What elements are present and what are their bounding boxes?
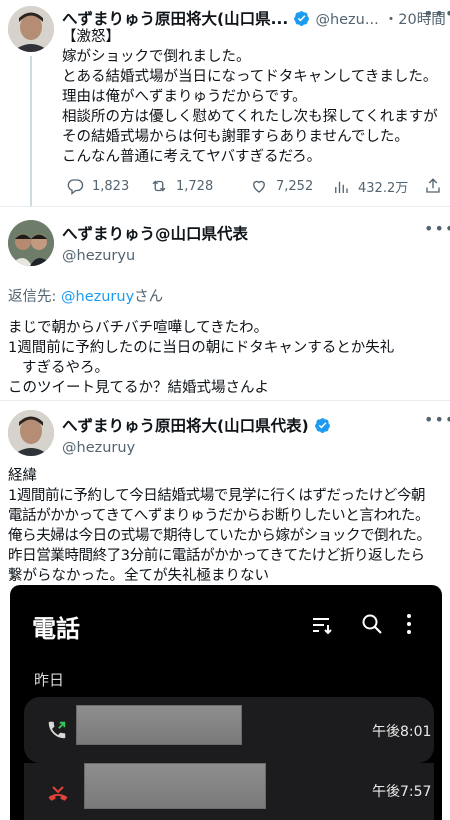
call-time: 午後7:57 xyxy=(372,784,432,800)
verified-badge-icon xyxy=(294,11,310,26)
outgoing-call-icon xyxy=(48,721,66,739)
filter-sort-icon xyxy=(313,618,332,635)
tweet-line: 相談所の方は優しく慰めてくれたし次も探してくれますが xyxy=(62,109,438,125)
reply-count: 1,823 xyxy=(92,178,130,194)
tweet-line: とある結婚式場が当日になってドタキャンしてきました。 xyxy=(62,69,438,85)
missed-call-icon xyxy=(48,786,68,801)
share-button[interactable] xyxy=(424,177,442,195)
call-time: 午後8:01 xyxy=(372,724,432,740)
reply-to-mention[interactable]: @hezuruy xyxy=(61,289,134,305)
author-handle[interactable]: @hezuruy xyxy=(62,440,331,456)
tweet-line: 昨日営業時間終了3分前に電話がかかってきてたけど折り返したら xyxy=(8,548,425,564)
call-log-screenshot: 電話 昨日 午後8:01 午後7:57 xyxy=(10,585,442,820)
like-count: 7,252 xyxy=(276,178,314,194)
tweet-line: 俺ら夫婦は今日の式場で期待していたから嫁がショックで倒れた。 xyxy=(8,528,431,544)
tweet-line: 1週間前に予約して今日結婚式場で見学に行くはずだったけど今朝 xyxy=(8,488,426,504)
reply-button[interactable]: 1,823 xyxy=(66,177,129,195)
redacted-number xyxy=(84,763,266,809)
avatar-photo-icon xyxy=(8,220,54,266)
tweet-header: へずまりゅう@山口県代表 @hezuryu xyxy=(62,222,248,264)
avatar[interactable] xyxy=(8,410,54,456)
avatar-photo-icon xyxy=(8,6,54,52)
tweet-body: 【激怒】 嫁がショックで倒れました。 とある結婚式場が当日になってドタキャンして… xyxy=(62,27,438,167)
verified-badge-icon xyxy=(314,418,330,433)
reply-to-line: 返信先: @hezuruyさん xyxy=(8,285,163,306)
reply-to-suffix: さん xyxy=(134,289,164,305)
tweet-header: へずまりゅう原田将大(山口県... @hezu... ・20時間 xyxy=(62,7,446,29)
views-chart-icon xyxy=(335,181,348,193)
tweet-line: 【激怒】 xyxy=(62,29,120,45)
tweet-line: 1週間前に予約したのに当日の朝にドタキャンするとか失礼 xyxy=(8,340,395,356)
more-options-icon[interactable]: ••• xyxy=(424,219,450,238)
avatar[interactable] xyxy=(8,220,54,266)
tweet-line: 繋がらなかった。全てが失礼極まりない xyxy=(8,568,269,584)
views-button[interactable]: 432.2万 xyxy=(332,177,408,196)
share-icon xyxy=(426,178,440,193)
tweet-header: へずまりゅう原田将大(山口県代表) @hezuruy xyxy=(62,414,331,456)
more-vertical-icon xyxy=(407,614,411,634)
heart-icon xyxy=(253,180,265,193)
divider xyxy=(0,206,450,207)
phone-title: 電話 xyxy=(32,615,80,643)
view-count: 432.2万 xyxy=(358,181,409,196)
author-name[interactable]: へずまりゅう原田将大(山口県... xyxy=(62,10,288,28)
author-handle[interactable]: @hezu... xyxy=(315,12,378,28)
thread-connector xyxy=(30,56,32,206)
redacted-number xyxy=(76,705,242,745)
tweet-line: こんなん普通に考えてヤバすぎるだろ。 xyxy=(62,149,322,165)
tweet-body: 経緯 1週間前に予約して今日結婚式場で見学に行くはずだったけど今朝 電話がかかっ… xyxy=(8,466,431,586)
call-log-item: 午後7:57 xyxy=(24,763,434,820)
avatar-photo-icon xyxy=(8,410,54,456)
search-icon xyxy=(362,614,382,634)
call-log-item: 午後8:01 xyxy=(24,697,434,763)
retweet-button[interactable]: 1,728 xyxy=(150,177,213,195)
author-name[interactable]: へずまりゅう@山口県代表 xyxy=(62,222,248,244)
avatar[interactable] xyxy=(8,6,54,52)
tweet-line: このツイート見てるか？結婚式場さんよ xyxy=(8,380,269,396)
tweet-body: まじで朝からバチバチ喧嘩してきたわ。 1週間前に予約したのに当日の朝にドタキャン… xyxy=(8,318,394,398)
like-button[interactable]: 7,252 xyxy=(250,177,313,195)
tweet-line: 理由は俺がへずまりゅうだからです。 xyxy=(62,89,307,105)
tweet-line: 嫁がショックで倒れました。 xyxy=(62,49,251,65)
author-handle[interactable]: @hezuryu xyxy=(62,248,248,264)
retweet-icon xyxy=(152,180,166,192)
reply-icon xyxy=(67,179,84,195)
tweet-line: 電話がかかってきてへずまりゅうだからお断りしたいと言われた。 xyxy=(8,508,430,524)
retweet-count: 1,728 xyxy=(176,178,214,194)
tweet-line: その結婚式場からは何も謝罪すらありませんでした。 xyxy=(62,129,409,145)
section-label: 昨日 xyxy=(34,671,65,689)
reply-to-prefix: 返信先: xyxy=(8,289,61,305)
more-options-icon[interactable]: ••• xyxy=(424,410,450,429)
author-name[interactable]: へずまりゅう原田将大(山口県代表) xyxy=(62,417,309,435)
tweet-line: まじで朝からバチバチ喧嘩してきたわ。 xyxy=(8,320,269,336)
tweet-line: すぎるやろ。 xyxy=(22,360,109,376)
tweet-line: 経緯 xyxy=(8,468,37,484)
more-options-icon[interactable]: ••• xyxy=(424,4,450,23)
divider xyxy=(0,400,450,401)
